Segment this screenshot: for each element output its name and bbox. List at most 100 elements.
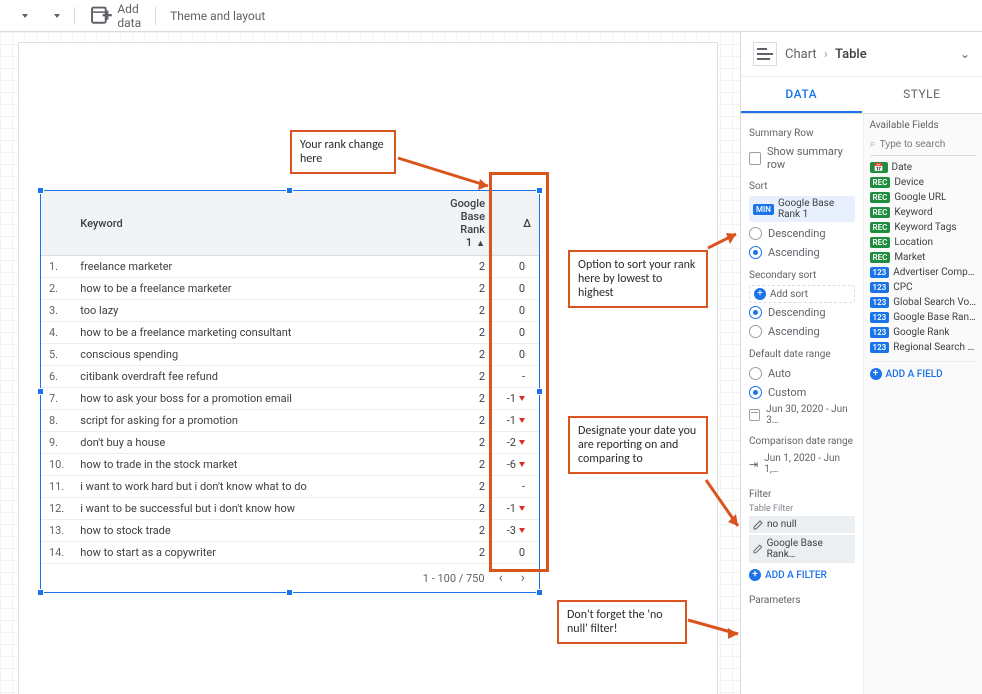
cell-keyword: citibank overdraft fee refund <box>72 366 431 388</box>
available-field-item[interactable]: RECMarket <box>870 250 977 265</box>
next-page-button[interactable]: › <box>517 570 529 586</box>
col-delta-header[interactable]: Δ <box>493 191 539 256</box>
sort-descending-radio[interactable]: Descending <box>749 224 855 243</box>
secondary-descending-radio[interactable]: Descending <box>749 303 855 322</box>
add-field-button[interactable]: +ADD A FIELD <box>870 361 977 380</box>
add-data-icon <box>89 3 113 27</box>
table-row[interactable]: 3. too lazy 2 0 <box>41 300 539 322</box>
cell-keyword: conscious spending <box>72 344 431 366</box>
cell-delta: 0 <box>493 256 539 278</box>
row-index: 13. <box>41 520 72 542</box>
cell-keyword: don't buy a house <box>72 432 431 454</box>
line-tool-button[interactable] <box>8 10 36 22</box>
add-filter-button[interactable]: +ADD A FILTER <box>749 565 855 585</box>
available-field-item[interactable]: RECDevice <box>870 175 977 190</box>
breadcrumb-chart[interactable]: Chart <box>785 47 817 62</box>
row-index: 7. <box>41 388 72 410</box>
resize-handle[interactable] <box>286 589 293 596</box>
available-field-item[interactable]: 123Global Search Volume <box>870 295 977 310</box>
cell-keyword: i want to work hard but i don't know wha… <box>72 476 431 498</box>
filter-google-base-rank[interactable]: Google Base Rank… <box>749 535 855 563</box>
cell-delta: -1 <box>493 498 539 520</box>
sort-ascending-radio[interactable]: Ascending <box>749 243 855 262</box>
resize-handle[interactable] <box>536 589 543 596</box>
table-row[interactable]: 9. don't buy a house 2 -2 <box>41 432 539 454</box>
tab-style[interactable]: STYLE <box>862 77 982 113</box>
theme-layout-button[interactable]: Theme and layout <box>162 5 273 27</box>
tab-data[interactable]: DATA <box>741 77 862 113</box>
properties-panel: Chart › Table ⌄ DATA STYLE Summary Row S… <box>740 32 982 694</box>
canvas-area[interactable]: Keyword Google Base Rank 1▲ Δ 1. freelan… <box>0 32 740 694</box>
table-row[interactable]: 4. how to be a freelance marketing consu… <box>41 322 539 344</box>
prev-page-button[interactable]: ‹ <box>495 570 507 586</box>
chevron-down-icon[interactable]: ⌄ <box>960 47 970 61</box>
available-fields-title: Available Fields <box>870 120 977 131</box>
table-row[interactable]: 8. script for asking for a promotion 2 -… <box>41 410 539 432</box>
date-range-picker[interactable]: Jun 30, 2020 - Jun 3… <box>749 402 855 428</box>
available-field-item[interactable]: 123CPC <box>870 280 977 295</box>
table-row[interactable]: 14. how to start as a copywriter 2 0 <box>41 542 539 564</box>
sort-metric-chip[interactable]: MIN Google Base Rank 1 <box>749 196 855 222</box>
field-search[interactable]: ⌕ <box>870 135 977 156</box>
date-custom-radio[interactable]: Custom <box>749 383 855 402</box>
resize-handle[interactable] <box>37 187 44 194</box>
available-field-item[interactable]: RECLocation <box>870 235 977 250</box>
field-type-badge: REC <box>870 237 891 248</box>
annotation-no-null-filter: Don't forget the 'no null' filter! <box>557 600 687 644</box>
radio-icon <box>749 386 762 399</box>
resize-handle[interactable] <box>37 589 44 596</box>
available-field-item[interactable]: 123Advertiser Competition <box>870 265 977 280</box>
table-chart[interactable]: Keyword Google Base Rank 1▲ Δ 1. freelan… <box>40 190 540 593</box>
col-keyword-header[interactable]: Keyword <box>72 191 431 256</box>
secondary-ascending-radio[interactable]: Ascending <box>749 322 855 341</box>
add-sort-button[interactable]: +Add sort <box>749 285 855 303</box>
table-row[interactable]: 1. freelance marketer 2 0 <box>41 256 539 278</box>
col-rank-header[interactable]: Google Base Rank 1▲ <box>431 191 493 256</box>
available-field-item[interactable]: 📅Date <box>870 160 977 175</box>
add-data-button[interactable]: Add data <box>81 0 149 34</box>
col-index-header[interactable] <box>41 191 72 256</box>
table-row[interactable]: 12. i want to be successful but i don't … <box>41 498 539 520</box>
table-row[interactable]: 10. how to trade in the stock market 2 -… <box>41 454 539 476</box>
filter-no-null[interactable]: no null <box>749 516 855 533</box>
field-search-input[interactable] <box>880 139 976 150</box>
date-auto-radio[interactable]: Auto <box>749 364 855 383</box>
row-index: 6. <box>41 366 72 388</box>
table-row[interactable]: 5. conscious spending 2 0 <box>41 344 539 366</box>
compare-date-picker[interactable]: ⇥Jun 1, 2020 - Jun 1,… <box>749 451 855 477</box>
table-row[interactable]: 13. how to stock trade 2 -3 <box>41 520 539 542</box>
radio-icon <box>749 367 762 380</box>
available-field-item[interactable]: RECGoogle URL <box>870 190 977 205</box>
available-fields-column: Available Fields ⌕ 📅DateRECDeviceRECGoog… <box>863 114 982 694</box>
cell-delta: 0 <box>493 278 539 300</box>
row-index: 1. <box>41 256 72 278</box>
available-field-item[interactable]: RECKeyword <box>870 205 977 220</box>
shape-tool-button[interactable] <box>40 10 68 22</box>
row-index: 5. <box>41 344 72 366</box>
cell-rank: 2 <box>431 520 493 542</box>
show-summary-row-checkbox[interactable]: Show summary row <box>749 143 855 173</box>
table-row[interactable]: 7. how to ask your boss for a promotion … <box>41 388 539 410</box>
cell-rank: 2 <box>431 300 493 322</box>
table-row[interactable]: 11. i want to work hard but i don't know… <box>41 476 539 498</box>
calendar-icon <box>749 409 760 421</box>
chart-type-icon[interactable] <box>753 42 777 66</box>
resize-handle[interactable] <box>536 388 543 395</box>
available-field-item[interactable]: 123Regional Search Volu… <box>870 340 977 355</box>
pencil-icon <box>753 544 763 554</box>
resize-handle[interactable] <box>286 187 293 194</box>
available-field-item[interactable]: 123Google Rank <box>870 325 977 340</box>
resize-handle[interactable] <box>536 187 543 194</box>
row-index: 8. <box>41 410 72 432</box>
row-index: 2. <box>41 278 72 300</box>
field-type-badge: REC <box>870 222 891 233</box>
resize-handle[interactable] <box>37 388 44 395</box>
table-row[interactable]: 6. citibank overdraft fee refund 2 - <box>41 366 539 388</box>
available-field-item[interactable]: RECKeyword Tags <box>870 220 977 235</box>
table-row[interactable]: 2. how to be a freelance marketer 2 0 <box>41 278 539 300</box>
field-type-badge: 📅 <box>870 162 888 173</box>
row-index: 3. <box>41 300 72 322</box>
field-type-badge: 123 <box>870 327 890 338</box>
available-field-item[interactable]: 123Google Base Rank 1 <box>870 310 977 325</box>
field-label: Location <box>894 237 976 248</box>
